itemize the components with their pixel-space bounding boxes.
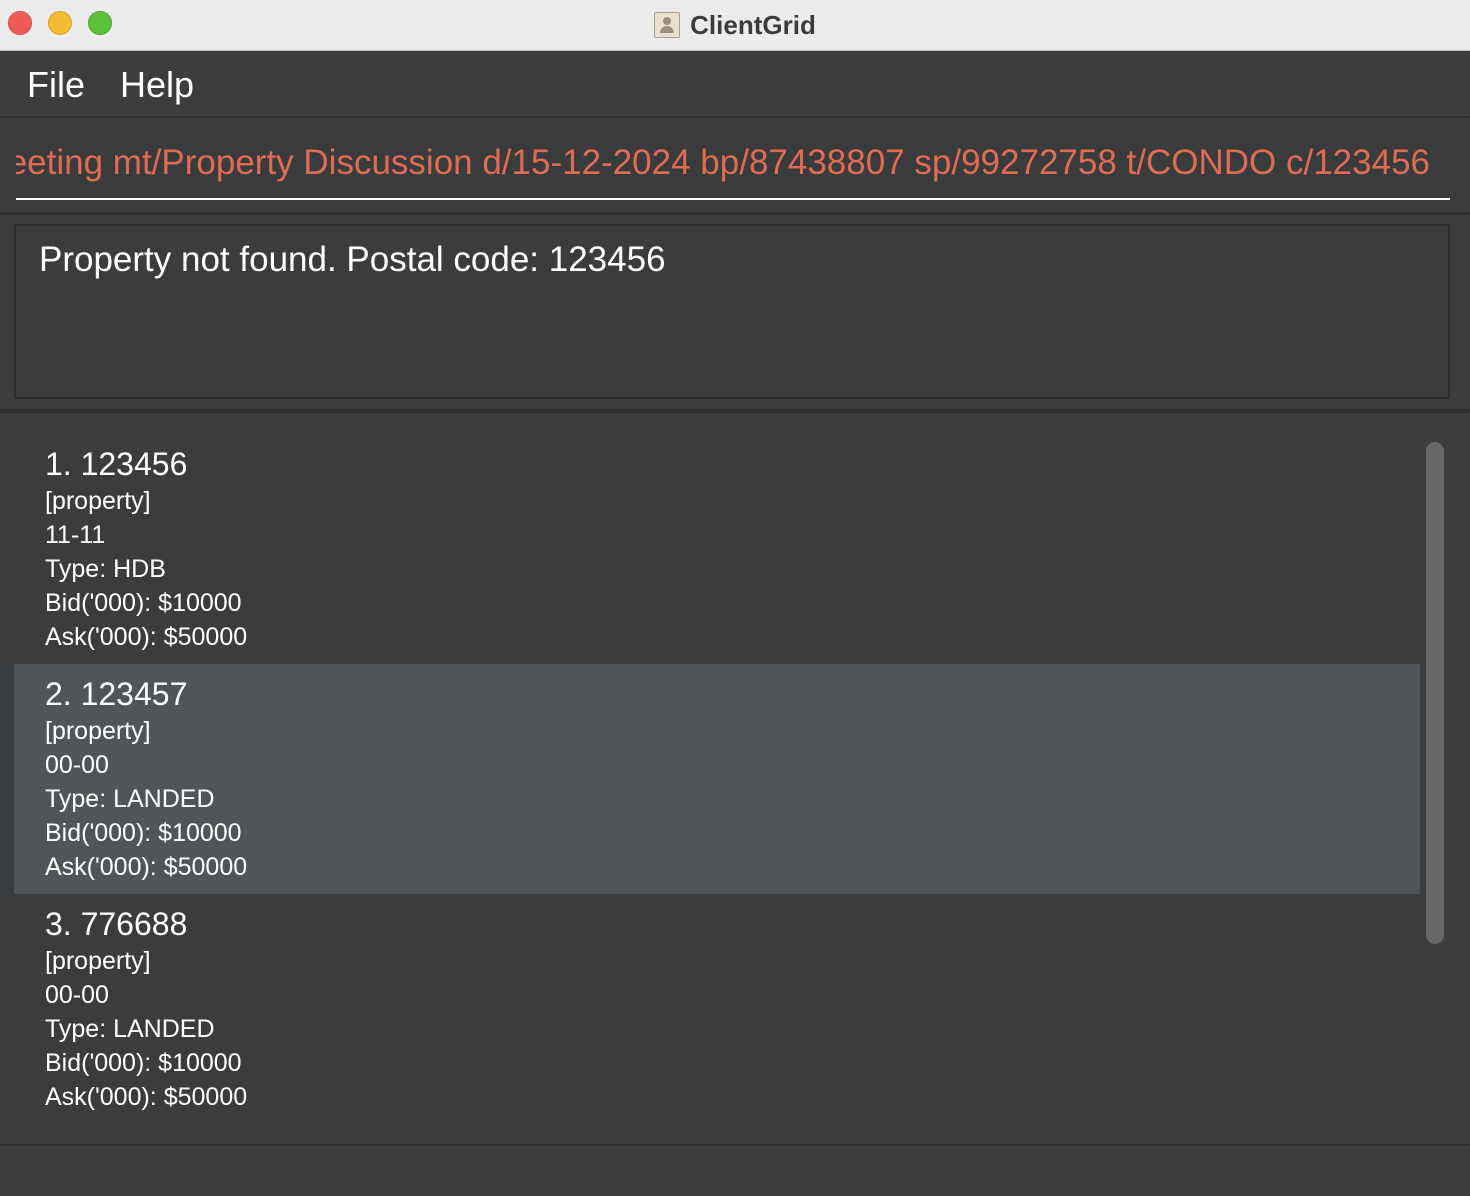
- property-bid: Bid('000): $10000: [45, 819, 242, 847]
- property-type: Type: HDB: [45, 555, 166, 583]
- result-display[interactable]: Property not found. Postal code: 123456: [14, 224, 1450, 399]
- property-type: Type: LANDED: [45, 785, 215, 813]
- command-input[interactable]: ıeeting mt/Property Discussion d/15-12-2…: [16, 118, 1450, 200]
- status-bar: [0, 1144, 1470, 1196]
- property-list[interactable]: 1. 123456 [property] 11-11 Type: HDB Bid…: [14, 434, 1420, 1124]
- list-item[interactable]: 3. 776688 [property] 00-00 Type: LANDED …: [14, 894, 1420, 1124]
- property-unit: 00-00: [45, 981, 109, 1009]
- window-title-group: ClientGrid: [0, 0, 1470, 50]
- command-area: ıeeting mt/Property Discussion d/15-12-2…: [0, 118, 1470, 215]
- list-item-selected[interactable]: 2. 123457 [property] 00-00 Type: LANDED …: [14, 664, 1420, 894]
- property-title: 2. 123457: [45, 676, 188, 712]
- scrollbar-thumb[interactable]: [1426, 442, 1444, 944]
- window-titlebar: ClientGrid: [0, 0, 1470, 51]
- property-type: Type: LANDED: [45, 1015, 215, 1043]
- property-bid: Bid('000): $10000: [45, 589, 242, 617]
- menu-bar: File Help: [0, 52, 1470, 118]
- command-input-text: ıeeting mt/Property Discussion d/15-12-2…: [16, 143, 1430, 182]
- list-item[interactable]: 1. 123456 [property] 11-11 Type: HDB Bid…: [14, 434, 1420, 664]
- property-ask: Ask('000): $50000: [45, 1083, 248, 1111]
- property-title: 3. 776688: [45, 906, 188, 942]
- property-unit: 11-11: [45, 521, 106, 549]
- property-ask: Ask('000): $50000: [45, 623, 248, 651]
- list-scrollbar[interactable]: [1422, 434, 1452, 1124]
- property-tag: [property]: [45, 717, 151, 745]
- panel-divider[interactable]: [0, 409, 1470, 413]
- property-tag: [property]: [45, 487, 151, 515]
- property-title: 1. 123456: [45, 446, 188, 482]
- property-tag: [property]: [45, 947, 151, 975]
- property-unit: 00-00: [45, 751, 109, 779]
- result-message: Property not found. Postal code: 123456: [39, 240, 666, 279]
- address-book-icon: [654, 12, 681, 38]
- property-ask: Ask('000): $50000: [45, 853, 248, 881]
- window-title: ClientGrid: [690, 9, 816, 40]
- menu-file[interactable]: File: [27, 64, 85, 106]
- menu-help[interactable]: Help: [120, 64, 194, 106]
- property-bid: Bid('000): $10000: [45, 1049, 242, 1077]
